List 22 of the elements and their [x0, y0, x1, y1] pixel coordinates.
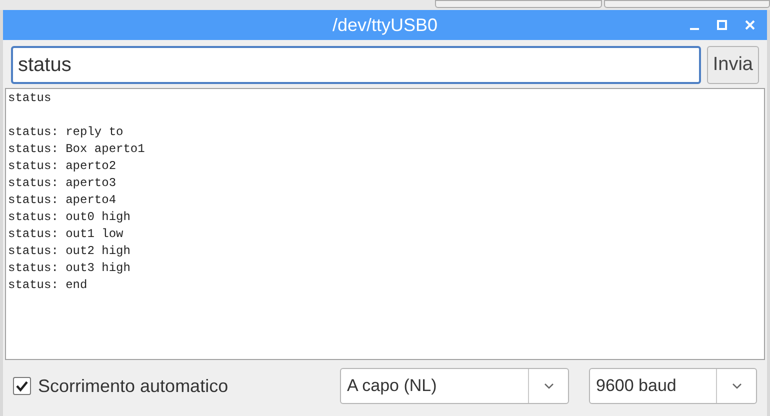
serial-output-line: status: out1 low	[8, 226, 124, 243]
send-input-field[interactable]: status	[11, 46, 701, 84]
autoscroll-label: Scorrimento automatico	[38, 374, 228, 398]
serial-output-line: status: out0 high	[8, 209, 130, 226]
serial-output-line: status: aperto3	[8, 175, 116, 192]
serial-output-line: status: out2 high	[8, 243, 130, 260]
serial-output-line: status: out3 high	[8, 260, 130, 277]
autoscroll-checkbox[interactable]	[13, 377, 31, 395]
maximize-icon[interactable]	[717, 20, 727, 30]
caret-icon	[732, 383, 742, 389]
serial-output-line: status: Box aperto1	[8, 141, 145, 158]
line-ending-dropdown[interactable]: A capo (NL)	[340, 368, 569, 404]
serial-output-line: status: aperto2	[8, 158, 116, 175]
serial-output-line: status: end	[8, 277, 88, 294]
baud-rate-dropdown[interactable]: 9600 baud	[589, 368, 757, 404]
serial-output-line: status: reply to	[8, 124, 124, 141]
close-icon[interactable]	[745, 20, 755, 30]
sent-command-text: status	[8, 90, 52, 107]
send-button[interactable]: Invia	[706, 46, 759, 84]
serial-output-line: status: aperto4	[8, 192, 116, 209]
caret-icon	[544, 383, 554, 389]
window-title: /dev/ttyUSB0	[332, 14, 438, 37]
